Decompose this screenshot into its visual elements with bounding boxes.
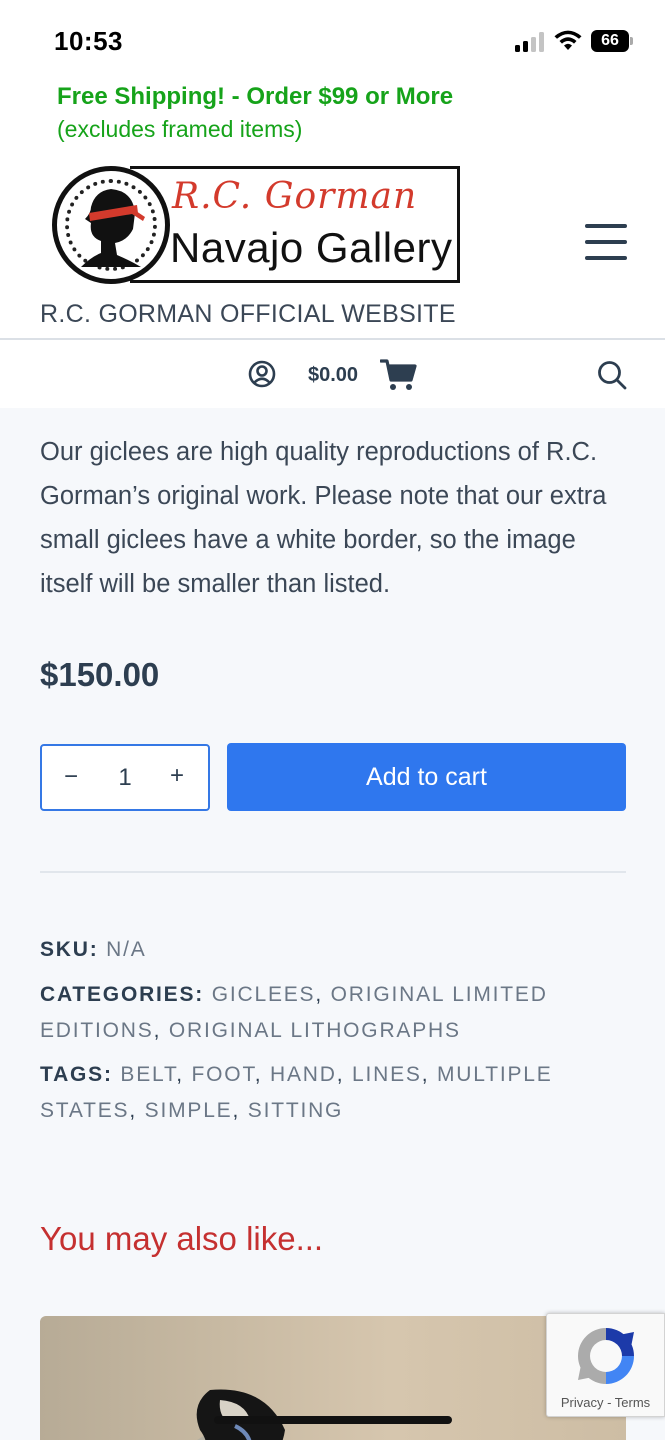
account-icon[interactable] [248,360,276,388]
artwork-figure [196,1389,285,1440]
recaptcha-badge[interactable]: Privacy - Terms [546,1313,665,1417]
tag-link[interactable]: SIMPLE [145,1099,233,1122]
product-sku: SKU: N/A [40,932,630,968]
categories-label: CATEGORIES: [40,983,205,1006]
logo-medallion [52,166,170,284]
logo-signature: R.C. Gorman [172,176,418,217]
status-bar: 10:53 66 [0,0,665,80]
promo-banner-title[interactable]: Free Shipping! - Order $99 or More [57,83,453,111]
site-header: Free Shipping! - Order $99 or More (excl… [0,80,665,338]
battery-icon: 66 [591,30,633,52]
tags-label: TAGS: [40,1063,113,1086]
related-products-heading: You may also like... [40,1220,324,1257]
signal-icon [515,32,547,52]
product-tags: TAGS: BELT, FOOT, HAND, LINES, MULTIPLE … [40,1063,553,1122]
tag-link[interactable]: SITTING [248,1099,343,1122]
logo-gallery-name: Navajo Gallery [170,224,453,271]
sku-value: N/A [106,938,147,961]
add-to-cart-button[interactable]: Add to cart [227,743,626,811]
quantity-increase-button[interactable]: + [170,762,184,790]
promo-banner-note: (excludes framed items) [57,116,303,142]
product-main: Our giclees are high quality reproductio… [0,408,665,1440]
recaptcha-privacy-link[interactable]: Privacy [561,1395,604,1410]
search-icon[interactable] [597,360,627,390]
battery-level: 66 [591,30,629,52]
recaptcha-separator: - [603,1395,615,1410]
recaptcha-icon [578,1328,634,1384]
tag-link[interactable]: HAND [270,1063,337,1086]
section-divider [40,871,626,873]
cart-icon[interactable] [380,358,418,392]
quantity-stepper[interactable]: − 1 + [40,744,210,811]
recaptcha-links: Privacy - Terms [547,1395,664,1410]
home-indicator[interactable] [214,1416,452,1424]
site-tagline: R.C. GORMAN OFFICIAL WEBSITE [40,300,456,328]
tag-link[interactable]: FOOT [192,1063,255,1086]
tag-link[interactable]: BELT [120,1063,176,1086]
product-price: $150.00 [40,656,160,693]
header-utility-bar: $0.00 [0,338,665,408]
product-categories: CATEGORIES: GICLEES, ORIGINAL LIMITED ED… [40,983,548,1042]
category-link[interactable]: ORIGINAL LITHOGRAPHS [169,1019,461,1042]
tag-link[interactable]: LINES [352,1063,422,1086]
site-logo[interactable]: R.C. Gorman Navajo Gallery [52,166,466,289]
cart-total[interactable]: $0.00 [308,364,358,387]
product-description: Our giclees are high quality reproductio… [40,438,607,598]
sku-label: SKU: [40,938,99,961]
wifi-icon [554,30,582,50]
category-link[interactable]: GICLEES [212,983,316,1006]
hamburger-menu-icon[interactable] [585,224,627,260]
recaptcha-terms-link[interactable]: Terms [615,1395,650,1410]
portrait-silhouette-icon [81,189,145,267]
status-time: 10:53 [54,26,123,56]
